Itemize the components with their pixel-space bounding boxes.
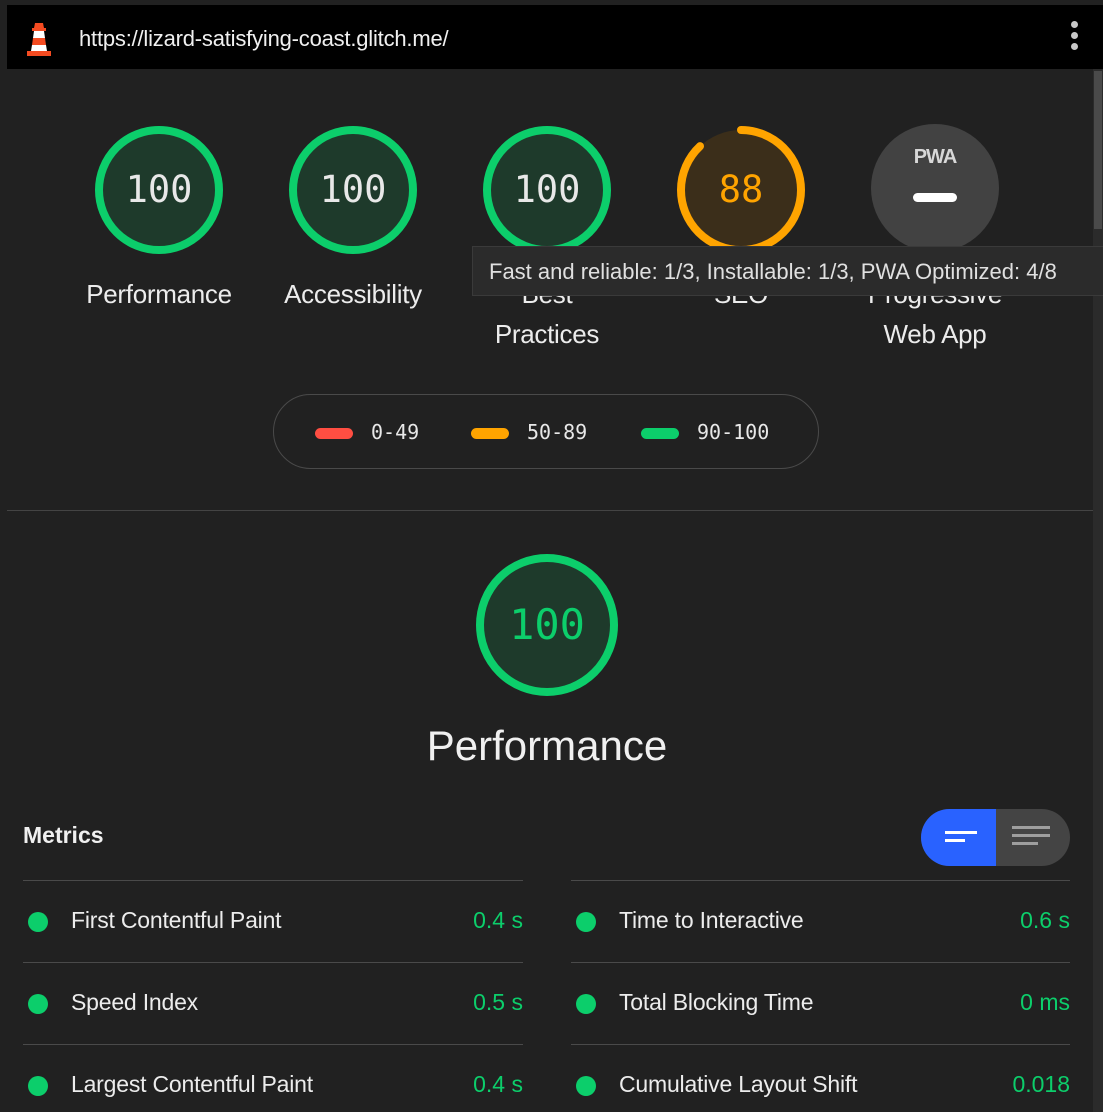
performance-score: 100 (509, 600, 585, 649)
legend-fail-swatch (315, 428, 353, 439)
section-divider (7, 510, 1093, 511)
metric-row: Time to Interactive 0.6 s (571, 880, 1070, 962)
scrollbar[interactable] (1093, 69, 1103, 1112)
toggle-expanded-view[interactable] (996, 809, 1070, 866)
gauge-score: 100 (513, 168, 581, 211)
metric-value: 0.6 s (1020, 907, 1070, 933)
gauge-accessibility[interactable]: 100 (287, 124, 419, 256)
gauge-performance[interactable]: 100 (93, 124, 225, 256)
performance-title: Performance (426, 722, 668, 769)
lighthouse-icon (25, 21, 53, 57)
pwa-badge[interactable]: PWA (871, 124, 999, 252)
expanded-lines-icon (1012, 826, 1050, 850)
legend-range: 90-100 (697, 420, 770, 444)
gauge-seo[interactable]: 88 (675, 124, 807, 256)
metric-row: Total Blocking Time 0 ms (571, 962, 1070, 1044)
gauge-score: 100 (125, 168, 193, 211)
gauge-best-practices[interactable]: 100 (481, 124, 613, 256)
legend-average-swatch (471, 428, 509, 439)
report-header: https://lizard-satisfying-coast.glitch.m… (7, 5, 1103, 69)
metric-value: 0.4 s (473, 1071, 523, 1097)
pwa-badge-text: PWA (913, 146, 958, 168)
metric-name: Time to Interactive (619, 907, 804, 933)
pass-dot-icon (576, 912, 596, 932)
legend-pass-swatch (641, 428, 679, 439)
performance-gauge: 100 (474, 552, 620, 698)
metric-row: Cumulative Layout Shift 0.018 (571, 1044, 1070, 1112)
scrollbar-thumb[interactable] (1094, 71, 1102, 229)
metric-row: Speed Index 0.5 s (23, 962, 523, 1044)
metric-value: 0.5 s (473, 989, 523, 1015)
pwa-dash-icon (913, 193, 957, 202)
pass-dot-icon (28, 994, 48, 1014)
report-url[interactable]: https://lizard-satisfying-coast.glitch.m… (79, 26, 449, 52)
metric-row: First Contentful Paint 0.4 s (23, 880, 523, 962)
pass-dot-icon (28, 1076, 48, 1096)
metric-name: Total Blocking Time (619, 989, 814, 1015)
legend-item-fail: 0-49 (315, 420, 419, 444)
metrics-heading: Metrics (23, 822, 104, 848)
metric-name: Speed Index (71, 989, 198, 1015)
metric-name: First Contentful Paint (71, 907, 282, 933)
summary-lines-icon (945, 831, 977, 847)
gauge-score: 100 (319, 168, 387, 211)
legend-range: 0-49 (371, 420, 420, 444)
metric-name: Cumulative Layout Shift (619, 1071, 858, 1097)
legend-range: 50-89 (527, 420, 588, 444)
gauge-label-accessibility: Accessibility (284, 279, 422, 309)
pass-dot-icon (576, 1076, 596, 1096)
legend-item-average: 50-89 (471, 420, 587, 444)
metric-row: Largest Contentful Paint 0.4 s (23, 1044, 523, 1112)
gauge-label-performance: Performance (86, 279, 232, 309)
label-line: Practices (494, 319, 600, 349)
gauge-score: 88 (718, 168, 764, 211)
metric-name: Largest Contentful Paint (71, 1071, 313, 1097)
metric-value: 0.018 (1012, 1071, 1070, 1097)
legend-item-pass: 90-100 (641, 420, 769, 444)
kebab-menu-icon[interactable] (1069, 21, 1079, 55)
pwa-tooltip: Fast and reliable: 1/3, Installable: 1/3… (472, 246, 1103, 296)
metrics-view-toggle[interactable] (921, 809, 1070, 866)
score-legend: 0-49 50-89 90-100 (273, 394, 819, 469)
metric-value: 0 ms (1020, 989, 1070, 1015)
metric-value: 0.4 s (473, 907, 523, 933)
pass-dot-icon (28, 912, 48, 932)
pass-dot-icon (576, 994, 596, 1014)
label-line: Web App (883, 319, 987, 349)
toggle-summary-view[interactable] (921, 809, 996, 866)
